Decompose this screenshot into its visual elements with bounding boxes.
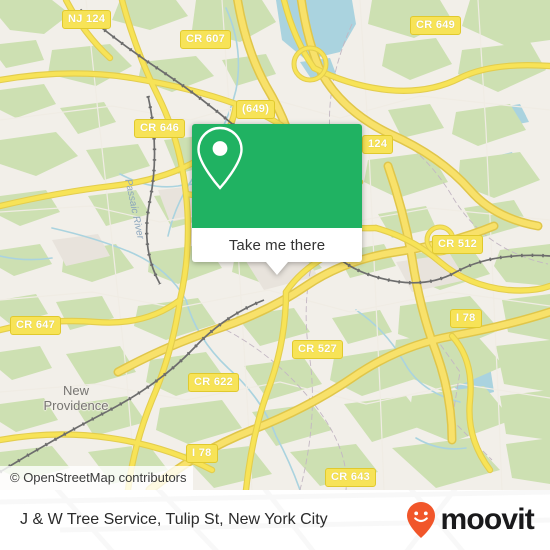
osm-attribution[interactable]: © OpenStreetMap contributors [0,466,193,490]
location-popup-card[interactable]: Take me there [192,124,362,275]
take-me-there-label: Take me there [228,236,326,254]
road-shield-cr-643[interactable]: CR 643 [325,468,377,487]
road-shield-nj-124[interactable]: NJ 124 [62,10,112,29]
map-canvas[interactable]: .fr{fill:#cde0b2} .wt{fill:#aad3df} .rs{… [0,0,550,490]
place-label-new-providence: New Providence [43,383,109,413]
road-shield-cr-647[interactable]: CR 647 [10,316,62,335]
popup-tail-pointer [266,262,288,275]
road-shield-cr-527[interactable]: CR 527 [292,340,344,359]
road-shield-124[interactable]: 124 [362,135,394,154]
popup-footer[interactable]: Take me there [192,228,362,275]
moovit-logo[interactable]: moovit [406,490,535,550]
popup-header [192,124,362,228]
map-screenshot: .fr{fill:#cde0b2} .wt{fill:#aad3df} .rs{… [0,0,550,550]
map-pin-icon [197,126,243,190]
road-shield-i-78-south[interactable]: I 78 [186,444,218,463]
road-shield-i-78-east[interactable]: I 78 [450,309,482,328]
road-shield-cr-622[interactable]: CR 622 [188,373,240,392]
location-title: J & W Tree Service, Tulip St, New York C… [20,511,328,528]
road-shield-cr-649[interactable]: CR 649 [410,16,462,35]
road-shield-cr-646[interactable]: CR 646 [134,119,186,138]
road-shield-cr-512[interactable]: CR 512 [432,235,484,254]
road-shield-649[interactable]: (649) [236,100,276,119]
moovit-pin-smiley-icon [407,502,436,538]
road-shield-cr-607[interactable]: CR 607 [180,30,232,49]
footer-bar: J & W Tree Service, Tulip St, New York C… [0,490,550,550]
moovit-wordmark: moovit [440,503,534,536]
